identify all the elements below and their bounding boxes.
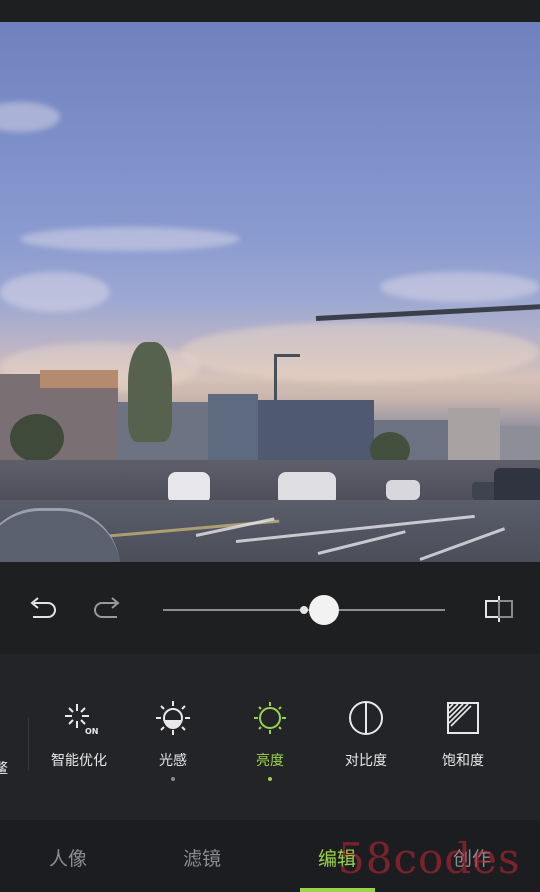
tool-label: 智能优化: [51, 753, 107, 769]
photo-preview: [0, 22, 540, 562]
tool-divider: [28, 718, 29, 770]
undo-icon[interactable]: [24, 592, 58, 626]
intensity-slider-knob[interactable]: [308, 595, 339, 625]
tool-label: 光感: [159, 753, 187, 769]
tool-label-partial[interactable]: 鳌: [0, 758, 8, 778]
tool-saturation[interactable]: 饱和度: [415, 698, 511, 770]
edit-tools-panel: 鳌 ON 智能优化 光感 亮度 对比度 饱和度: [0, 654, 540, 820]
status-bar: [0, 0, 540, 22]
sun-half-icon: [156, 701, 190, 735]
bottom-tab-bar: 人像 滤镜 编辑 创作 58codes: [0, 820, 540, 892]
slider-origin-dot: [300, 606, 308, 614]
tool-label: 饱和度: [442, 753, 484, 769]
contrast-circle-icon: [349, 701, 383, 735]
sun-icon: [254, 702, 286, 734]
redo-icon[interactable]: [92, 592, 126, 626]
tab-portrait[interactable]: 人像: [18, 844, 118, 871]
saturation-square-icon: [447, 702, 479, 734]
tab-filters[interactable]: 滤镜: [152, 844, 252, 871]
tool-indicator-dot: [268, 777, 272, 781]
tool-contrast[interactable]: 对比度: [318, 698, 414, 770]
watermark: 58codes: [338, 834, 521, 883]
tool-brightness[interactable]: 亮度: [222, 698, 318, 781]
adjust-control-bar: [0, 562, 540, 654]
tool-label: 亮度: [256, 753, 284, 769]
compare-icon[interactable]: [482, 592, 516, 626]
active-tab-underline: [300, 888, 375, 892]
tool-light-sense[interactable]: 光感: [125, 698, 221, 781]
svg-text:ON: ON: [85, 727, 99, 736]
tool-smart-optimize[interactable]: ON 智能优化: [31, 698, 127, 770]
tool-label: 对比度: [345, 753, 387, 769]
tool-indicator-dot: [171, 777, 175, 781]
sparkle-on-icon: ON: [65, 704, 99, 736]
